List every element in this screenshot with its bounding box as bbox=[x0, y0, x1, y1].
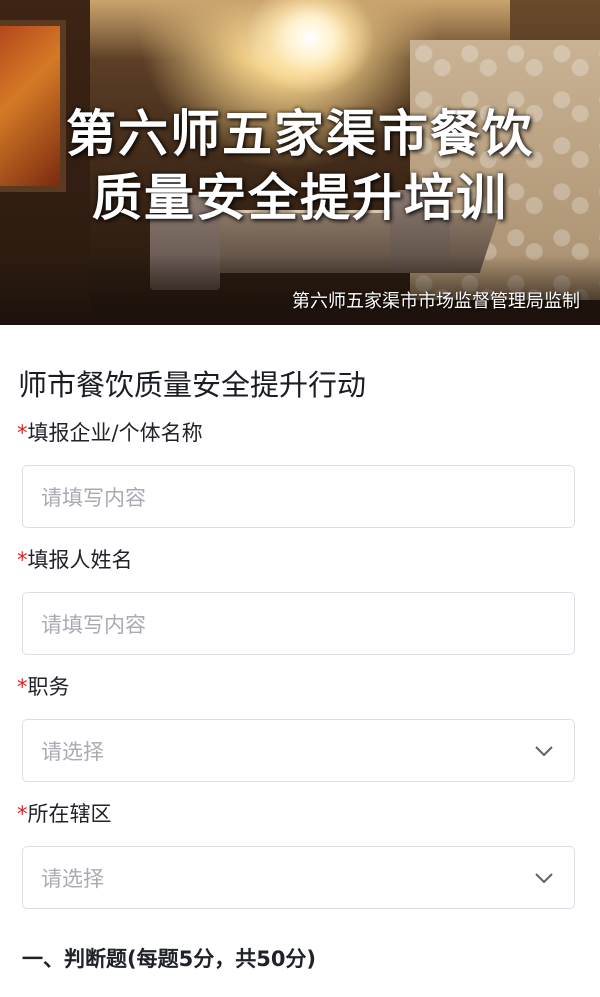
banner-chandelier bbox=[245, 0, 375, 95]
field-reporter-name: *填报人姓名 请填写内容 bbox=[17, 546, 576, 655]
position-select[interactable]: 请选择 bbox=[22, 719, 575, 782]
banner-title-line2: 质量安全提升培训 bbox=[92, 169, 508, 227]
required-mark: * bbox=[17, 421, 28, 445]
field-label: *职务 bbox=[17, 673, 576, 701]
field-label-text: 填报人姓名 bbox=[27, 548, 133, 572]
field-district: *所在辖区 请选择 bbox=[17, 800, 576, 909]
section-heading-true-false: 一、判断题(每题5分，共50分) bbox=[22, 947, 317, 971]
header-banner: 第六师五家渠市餐饮 质量安全提升培训 第六师五家渠市市场监督管理局监制 bbox=[0, 0, 600, 325]
form-title: 师市餐饮质量安全提升行动 bbox=[18, 368, 367, 402]
input-placeholder: 请填写内容 bbox=[41, 612, 146, 637]
field-label-text: 填报企业/个体名称 bbox=[27, 421, 203, 445]
company-name-input[interactable]: 请填写内容 bbox=[22, 465, 575, 528]
required-mark: * bbox=[17, 802, 28, 826]
field-label: *所在辖区 bbox=[17, 800, 576, 828]
field-label: *填报企业/个体名称 bbox=[17, 419, 576, 447]
banner-credit: 第六师五家渠市市场监督管理局监制 bbox=[292, 291, 580, 312]
required-mark: * bbox=[17, 548, 28, 572]
field-company-name: *填报企业/个体名称 请填写内容 bbox=[17, 419, 576, 528]
survey-form: 师市餐饮质量安全提升行动 *填报企业/个体名称 请填写内容 *填报人姓名 请填写… bbox=[0, 365, 600, 973]
chevron-down-icon bbox=[535, 872, 553, 883]
input-placeholder: 请填写内容 bbox=[41, 485, 146, 510]
field-label-text: 职务 bbox=[27, 675, 70, 699]
field-label-text: 所在辖区 bbox=[27, 802, 112, 826]
select-placeholder: 请选择 bbox=[41, 739, 104, 764]
banner-title-line1: 第六师五家渠市餐饮 bbox=[66, 105, 534, 163]
chevron-down-icon bbox=[535, 745, 553, 756]
select-placeholder: 请选择 bbox=[41, 866, 104, 891]
field-position: *职务 请选择 bbox=[17, 673, 576, 782]
district-select[interactable]: 请选择 bbox=[22, 846, 575, 909]
field-label: *填报人姓名 bbox=[17, 546, 576, 574]
reporter-name-input[interactable]: 请填写内容 bbox=[22, 592, 575, 655]
required-mark: * bbox=[17, 675, 28, 699]
